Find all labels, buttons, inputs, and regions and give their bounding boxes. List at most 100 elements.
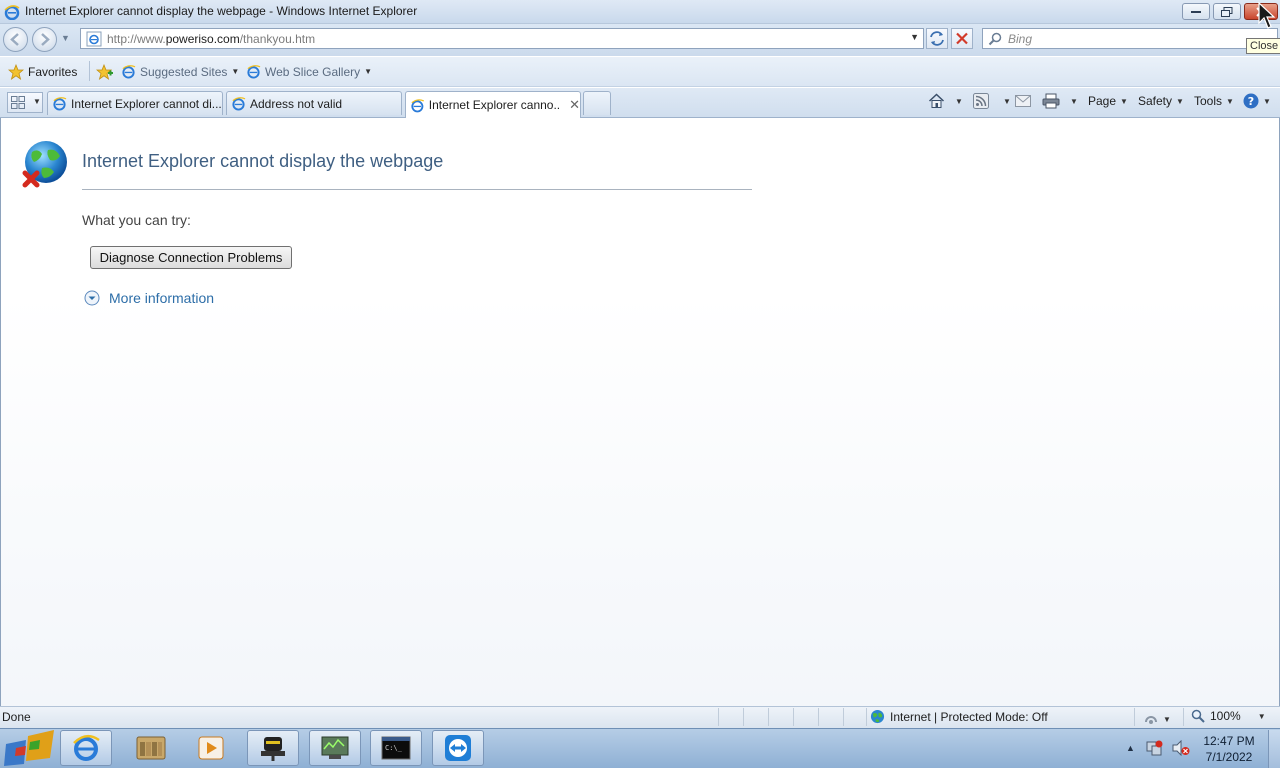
search-icon	[988, 32, 1002, 46]
ie-page-icon	[232, 97, 246, 111]
status-bar	[0, 706, 1280, 728]
expand-chevron-icon	[84, 290, 100, 306]
new-tab-button[interactable]	[583, 91, 611, 115]
address-dropdown-icon[interactable]: ▼	[910, 32, 919, 42]
home-button[interactable]: ▼	[928, 92, 963, 110]
quick-tabs-button[interactable]: ▼	[7, 92, 43, 113]
recent-pages-dropdown-icon[interactable]: ▼	[61, 33, 71, 45]
web-slice-gallery-link[interactable]: Web Slice Gallery ▼	[246, 64, 372, 79]
ie-page-icon	[53, 97, 67, 111]
tab-list-dropdown-icon[interactable]: ▼	[33, 97, 41, 106]
ie-page-icon	[411, 98, 425, 112]
add-favorite-icon	[96, 64, 113, 80]
stop-button[interactable]	[951, 28, 973, 49]
network-monitor-icon	[321, 736, 349, 759]
forward-button[interactable]	[32, 27, 57, 52]
media-player-icon	[198, 736, 224, 760]
show-hidden-icons-button[interactable]: ▲	[1126, 743, 1135, 753]
suggested-sites-label: Suggested Sites	[140, 64, 228, 79]
zoom-control[interactable]: 100% ▼	[1191, 709, 1266, 723]
divider	[743, 708, 744, 726]
tab-1[interactable]: Internet Explorer cannot di...	[47, 91, 223, 115]
security-zone[interactable]: Internet | Protected Mode: Off	[870, 709, 1048, 724]
suggested-sites-link[interactable]: Suggested Sites ▼	[121, 64, 239, 79]
chevron-down-icon[interactable]: ▼	[1003, 97, 1011, 106]
tab-label: Internet Explorer cannot di...	[71, 96, 222, 111]
search-input[interactable]: Bing	[982, 28, 1278, 49]
chevron-down-icon[interactable]: ▼	[955, 97, 963, 106]
feeds-button[interactable]: ▼	[973, 92, 1011, 110]
divider	[1134, 708, 1135, 726]
close-tooltip: Close	[1246, 38, 1280, 54]
tab-2[interactable]: Address not valid	[226, 91, 402, 115]
taskbar-media-player[interactable]	[185, 730, 237, 766]
globe-error-icon	[22, 140, 70, 188]
safety-menu[interactable]: Safety ▼	[1138, 92, 1184, 110]
taskbar-internet-explorer[interactable]	[60, 730, 112, 766]
star-icon	[8, 64, 24, 80]
chevron-down-icon[interactable]: ▼	[1070, 97, 1078, 106]
network-error-tray-icon[interactable]	[1146, 740, 1164, 759]
tools-menu[interactable]: Tools ▼	[1194, 92, 1234, 110]
more-information-link[interactable]: More information	[84, 290, 214, 306]
restore-button[interactable]	[1213, 3, 1241, 20]
start-button[interactable]	[0, 728, 56, 768]
zoom-level: 100%	[1210, 709, 1241, 723]
add-to-favorites-bar-button[interactable]	[96, 64, 114, 80]
read-mail-button[interactable]	[1015, 92, 1031, 110]
chevron-down-icon: ▼	[1120, 96, 1128, 106]
volume-muted-tray-icon[interactable]	[1172, 739, 1190, 759]
globe-icon	[870, 709, 885, 724]
window-title: Internet Explorer cannot display the web…	[25, 4, 418, 18]
mail-icon	[1015, 95, 1031, 107]
ie-logo-icon	[73, 734, 100, 761]
page-menu-label: Page	[1088, 94, 1117, 108]
tab-active[interactable]: Internet Explorer canno... ✕	[405, 91, 581, 118]
diagnose-connection-problems-button[interactable]: Diagnose Connection Problems	[90, 246, 292, 269]
refresh-button[interactable]	[926, 28, 948, 49]
show-desktop-button[interactable]	[1268, 730, 1280, 768]
status-text: Done	[2, 710, 31, 724]
ie-page-icon	[122, 65, 136, 79]
taskbar-network-app[interactable]	[309, 730, 361, 766]
favorites-button[interactable]: Favorites	[8, 64, 77, 80]
chevron-down-icon: ▼	[1226, 96, 1234, 106]
taskbar-command-prompt[interactable]: C:\_	[370, 730, 422, 766]
taskbar-library[interactable]	[125, 730, 177, 766]
clock-date: 7/1/2022	[1205, 750, 1253, 764]
page-icon	[85, 31, 103, 47]
teamviewer-icon	[445, 735, 471, 761]
folder-library-icon	[136, 736, 166, 760]
page-menu[interactable]: Page ▼	[1088, 92, 1128, 110]
mouse-pointer-icon	[1258, 1, 1276, 33]
security-icon	[1145, 715, 1157, 724]
minimize-button[interactable]	[1182, 3, 1210, 20]
taskbar-app-black[interactable]	[247, 730, 299, 766]
page-content	[0, 118, 1280, 706]
svg-text:?: ?	[1248, 95, 1254, 108]
divider	[793, 708, 794, 726]
ie-logo-icon	[4, 4, 20, 23]
divider	[718, 708, 719, 726]
safety-menu-label: Safety	[1138, 94, 1173, 108]
svg-text:C:\_: C:\_	[385, 744, 403, 752]
system-clock[interactable]: 12:47 PM 7/1/2022	[1198, 733, 1260, 765]
help-menu[interactable]: ? ▼	[1243, 92, 1271, 110]
address-url[interactable]: http://www.poweriso.com/thankyou.htm	[107, 32, 315, 46]
taskbar-teamviewer[interactable]	[432, 730, 484, 766]
favorites-label: Favorites	[28, 65, 78, 79]
divider	[1183, 708, 1184, 726]
printer-icon	[1042, 93, 1060, 109]
tools-menu-label: Tools	[1194, 94, 1223, 108]
app-icon	[261, 737, 285, 761]
protected-mode-button[interactable]: ▼	[1143, 710, 1171, 728]
security-zone-label: Internet | Protected Mode: Off	[890, 709, 1048, 724]
divider	[768, 708, 769, 726]
address-bar[interactable]: http://www.poweriso.com/thankyou.htm ▼	[80, 28, 924, 49]
back-button[interactable]	[3, 27, 28, 52]
close-tab-icon[interactable]: ✕	[569, 97, 580, 113]
clock-time: 12:47 PM	[1203, 734, 1255, 748]
heading-divider	[82, 189, 752, 190]
help-icon: ?	[1243, 93, 1259, 109]
print-button[interactable]: ▼	[1042, 92, 1078, 110]
